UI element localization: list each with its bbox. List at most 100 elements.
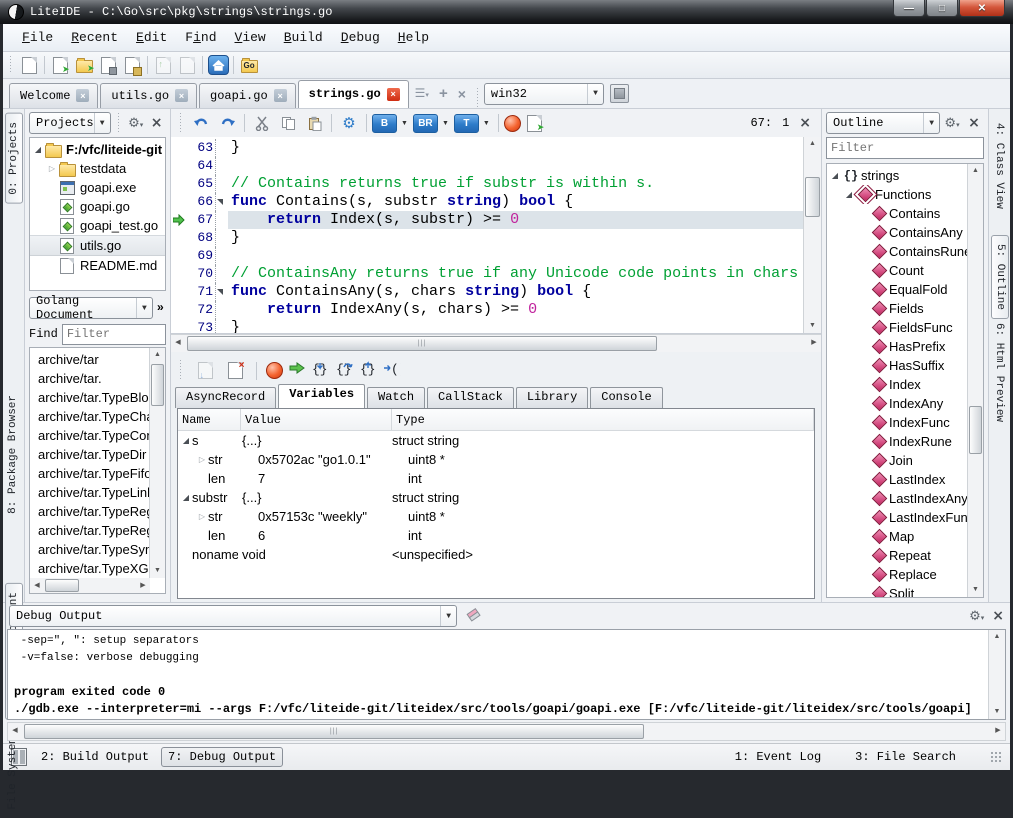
sidebar-tab-4--class-view[interactable]: 4: Class View: [991, 115, 1007, 217]
tree-expander-icon[interactable]: ◢: [843, 190, 855, 199]
file-tree-item[interactable]: ▷testdata: [30, 159, 165, 178]
file-tree-item[interactable]: goapi_test.go: [30, 216, 165, 235]
menu-find[interactable]: Find: [176, 27, 225, 48]
cut-button[interactable]: [250, 112, 274, 134]
outline-item[interactable]: IndexFunc: [827, 413, 968, 432]
document-tab[interactable]: strings.go×: [298, 80, 409, 108]
find-filter-input[interactable]: [62, 324, 166, 345]
new-tab-button[interactable]: +: [439, 85, 448, 102]
sidebar-tab-8--package-browser[interactable]: 8: Package Browser: [5, 387, 21, 522]
variable-row[interactable]: nonamevoid<unspecified>: [178, 545, 814, 564]
code-line[interactable]: 66func Contains(s, substr string) bool {: [171, 193, 803, 211]
status----build-output[interactable]: 2: Build Output: [35, 748, 155, 766]
doc-list-item[interactable]: archive/tar.TypeChar: [30, 407, 150, 426]
save-file-button[interactable]: [96, 54, 120, 76]
code-line[interactable]: 70// ContainsAny returns true if any Uni…: [171, 265, 803, 283]
file-tree-item[interactable]: goapi.exe: [30, 178, 165, 197]
run-to-line-button[interactable]: (): [383, 361, 401, 381]
scroll-down-icon[interactable]: ▼: [804, 319, 821, 333]
scroll-thumb[interactable]: [151, 364, 164, 406]
step-out-button[interactable]: {}: [359, 361, 377, 381]
outline-item[interactable]: EqualFold: [827, 280, 968, 299]
chevron-down-icon[interactable]: ▼: [401, 120, 408, 127]
code-area[interactable]: 63}6465// Contains returns true if subst…: [171, 137, 803, 333]
reload-file-button[interactable]: ↑: [151, 54, 175, 76]
env-target-select[interactable]: win32 ▼: [484, 83, 604, 105]
debug-record-button[interactable]: [504, 115, 521, 132]
debug-tab-variables[interactable]: Variables: [278, 384, 365, 408]
maximize-button[interactable]: □: [926, 0, 958, 17]
tab-close-icon[interactable]: ×: [274, 89, 287, 102]
variable-row[interactable]: ◢s{...}struct string: [178, 431, 814, 450]
variable-row[interactable]: len6int: [178, 526, 814, 545]
outline-item[interactable]: Replace: [827, 565, 968, 584]
tree-expander-icon[interactable]: ◢: [180, 436, 192, 445]
projects-settings-button[interactable]: ⚙▾: [126, 113, 145, 133]
file-tree-item[interactable]: utils.go: [30, 235, 165, 256]
doc-list-item[interactable]: archive/tar.TypeXGlobalHeader: [30, 559, 150, 578]
debug-stop-button[interactable]: [266, 362, 283, 379]
doc-list-item[interactable]: archive/tar.TypeFifo: [30, 464, 150, 483]
projects-close-button[interactable]: ×: [147, 113, 166, 133]
outline-item[interactable]: LastIndexAny: [827, 489, 968, 508]
close-button[interactable]: ✕: [959, 0, 1005, 17]
status----debug-output[interactable]: 7: Debug Output: [161, 747, 283, 767]
code-line[interactable]: 63}: [171, 139, 803, 157]
outline-item[interactable]: LastIndex: [827, 470, 968, 489]
resize-grip[interactable]: [990, 751, 1002, 763]
debug-tab-console[interactable]: Console: [590, 387, 662, 408]
doc-list-item[interactable]: archive/tar.TypeSymlink: [30, 540, 150, 559]
outline-item[interactable]: IndexAny: [827, 394, 968, 413]
debug-tab-asyncrecord[interactable]: AsyncRecord: [175, 387, 276, 408]
menu-view[interactable]: View: [226, 27, 275, 48]
code-line[interactable]: 73}: [171, 319, 803, 333]
outline-item[interactable]: FieldsFunc: [827, 318, 968, 337]
outline-item[interactable]: ◢{}strings: [827, 166, 968, 185]
menu-edit[interactable]: Edit: [127, 27, 176, 48]
toolbar-grip[interactable]: [179, 360, 183, 380]
outline-item[interactable]: Index: [827, 375, 968, 394]
menu-recent[interactable]: Recent: [62, 27, 127, 48]
output-close-button[interactable]: ×: [992, 608, 1004, 624]
menu-help[interactable]: Help: [389, 27, 438, 48]
variable-row[interactable]: ▷str0x5702ac "go1.0.1"uint8 *: [178, 450, 814, 469]
code-line[interactable]: 65// Contains returns true if substr is …: [171, 175, 803, 193]
scroll-up-icon[interactable]: ▲: [968, 164, 983, 178]
build-button[interactable]: B: [372, 114, 397, 133]
step-into-button[interactable]: {}: [311, 361, 329, 381]
close-file-button[interactable]: [175, 54, 199, 76]
go-env-button[interactable]: Go: [237, 54, 261, 76]
outline-settings-button[interactable]: ⚙▾: [942, 113, 962, 133]
outline-item[interactable]: ◢Functions: [827, 185, 968, 204]
sidebar-tab-0--projects[interactable]: 0: Projects: [5, 113, 23, 204]
scroll-thumb[interactable]: |||: [187, 336, 657, 351]
scroll-thumb[interactable]: [969, 406, 982, 454]
doc-list-item[interactable]: archive/tar.TypeBlock: [30, 388, 150, 407]
doc-list-item[interactable]: archive/tar.TypeReg: [30, 502, 150, 521]
menu-file[interactable]: File: [13, 27, 62, 48]
load-session-button[interactable]: ↓: [193, 360, 217, 382]
column-header-type[interactable]: Type: [392, 409, 814, 430]
fold-marker-icon[interactable]: [217, 289, 223, 295]
code-line[interactable]: 71func ContainsAny(s, chars string) bool…: [171, 283, 803, 301]
tree-expander-icon[interactable]: ◢: [180, 493, 192, 502]
scroll-up-icon[interactable]: ▲: [150, 348, 165, 362]
scroll-right-icon[interactable]: ▶: [807, 335, 821, 352]
status----file-search[interactable]: 3: File Search: [849, 748, 962, 766]
toolbar-grip[interactable]: [9, 56, 13, 74]
scroll-right-icon[interactable]: ▶: [136, 578, 150, 593]
scroll-up-icon[interactable]: ▲: [804, 137, 821, 151]
variable-row[interactable]: ◢substr{...}struct string: [178, 488, 814, 507]
output-vscroll[interactable]: ▲ ▼: [988, 630, 1005, 719]
outline-item[interactable]: ContainsAny: [827, 223, 968, 242]
outline-item[interactable]: HasPrefix: [827, 337, 968, 356]
doc-list-item[interactable]: archive/tar.TypeCont: [30, 426, 150, 445]
code-line[interactable]: 68}: [171, 229, 803, 247]
toolbar-grip[interactable]: [476, 88, 480, 108]
golang-document-select[interactable]: Golang Document ▼: [29, 297, 153, 319]
editor-hscroll[interactable]: ◀ ▶ |||: [171, 334, 821, 352]
variable-row[interactable]: len7int: [178, 469, 814, 488]
editor-toolbar-close-button[interactable]: ×: [799, 115, 811, 131]
goto-line-button[interactable]: ➤: [523, 112, 547, 134]
build-run-button[interactable]: BR: [413, 114, 438, 133]
